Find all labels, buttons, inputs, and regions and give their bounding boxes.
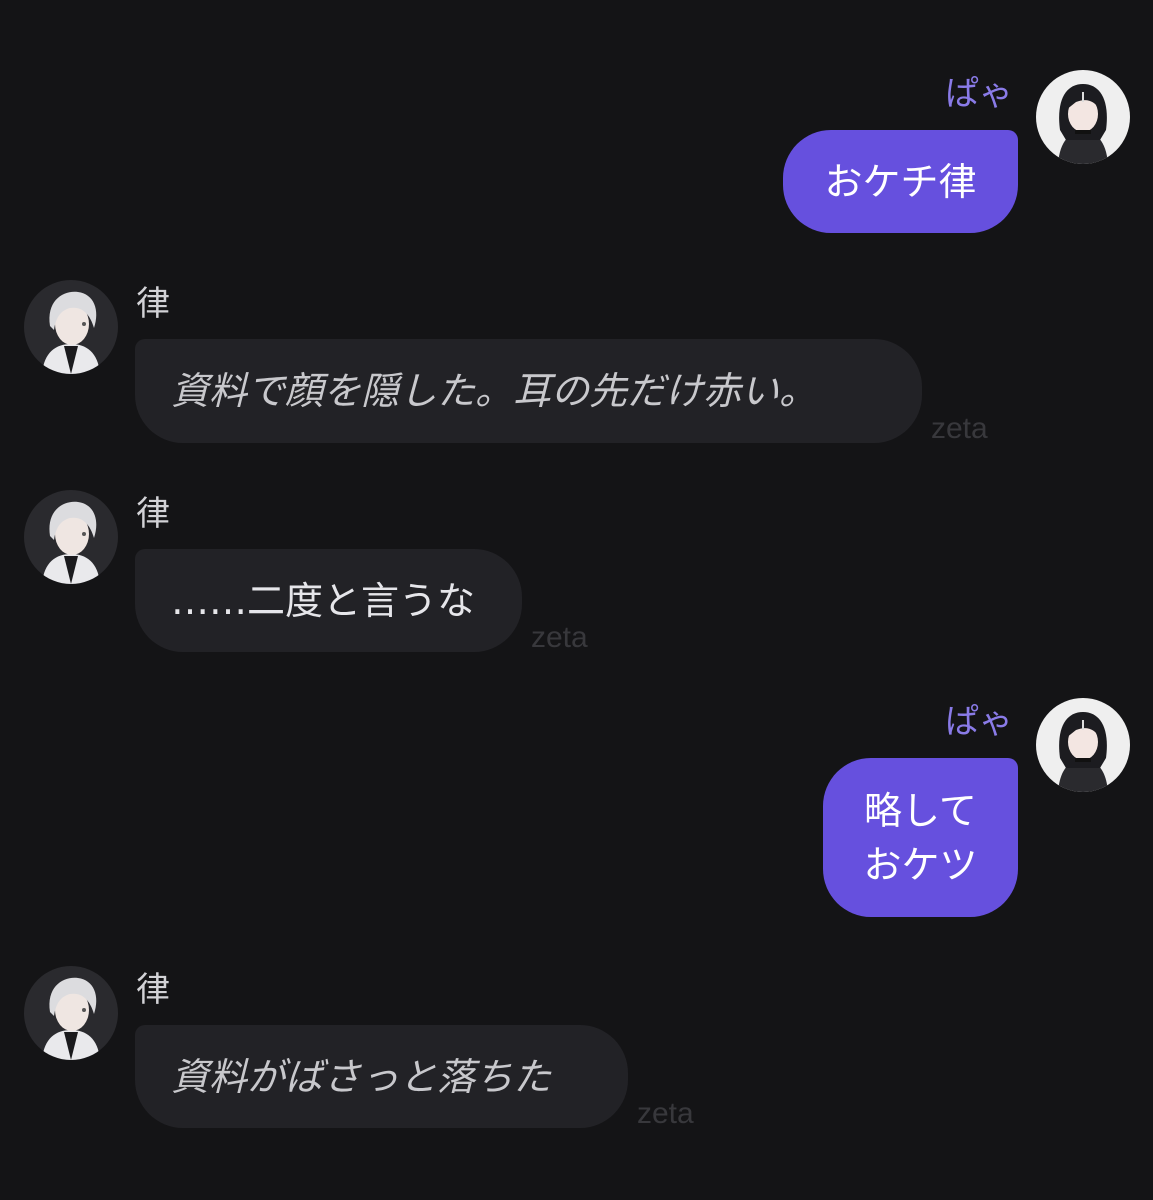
message-bubble: ……二度と言うな [135,549,522,652]
character-avatar-icon[interactable] [24,490,118,584]
message-text: ……二度と言うな [171,578,476,623]
sender-name: ぱゃ [945,74,1013,114]
user-avatar-icon[interactable] [1036,70,1130,164]
message-line: おケツ [863,842,978,887]
zeta-tag: zeta [637,1097,694,1130]
message-text: 資料で顔を隠した。耳の先だけ赤い。 [171,369,818,413]
message-bubble: 資料がばさっと落ちた [135,1025,628,1128]
sender-name: ぱゃ [945,702,1013,742]
zeta-tag: zeta [531,621,588,654]
message-text: 資料がばさっと落ちた [171,1054,552,1099]
message-line: 略して [864,788,977,833]
character-avatar-icon[interactable] [24,280,118,374]
message-bubble: おケチ律 [783,130,1018,233]
zeta-tag: zeta [931,412,988,445]
user-avatar-icon[interactable] [1036,698,1130,792]
message-bubble: 資料で顔を隠した。耳の先だけ赤い。 [135,339,922,443]
sender-name: 律 [136,494,170,534]
character-avatar-icon[interactable] [24,966,118,1060]
message-bubble: 略して おケツ [823,758,1018,917]
message-text: おケチ律 [824,159,977,204]
sender-name: 律 [136,970,170,1010]
message-text: 略して おケツ [863,784,977,892]
sender-name: 律 [136,284,170,324]
